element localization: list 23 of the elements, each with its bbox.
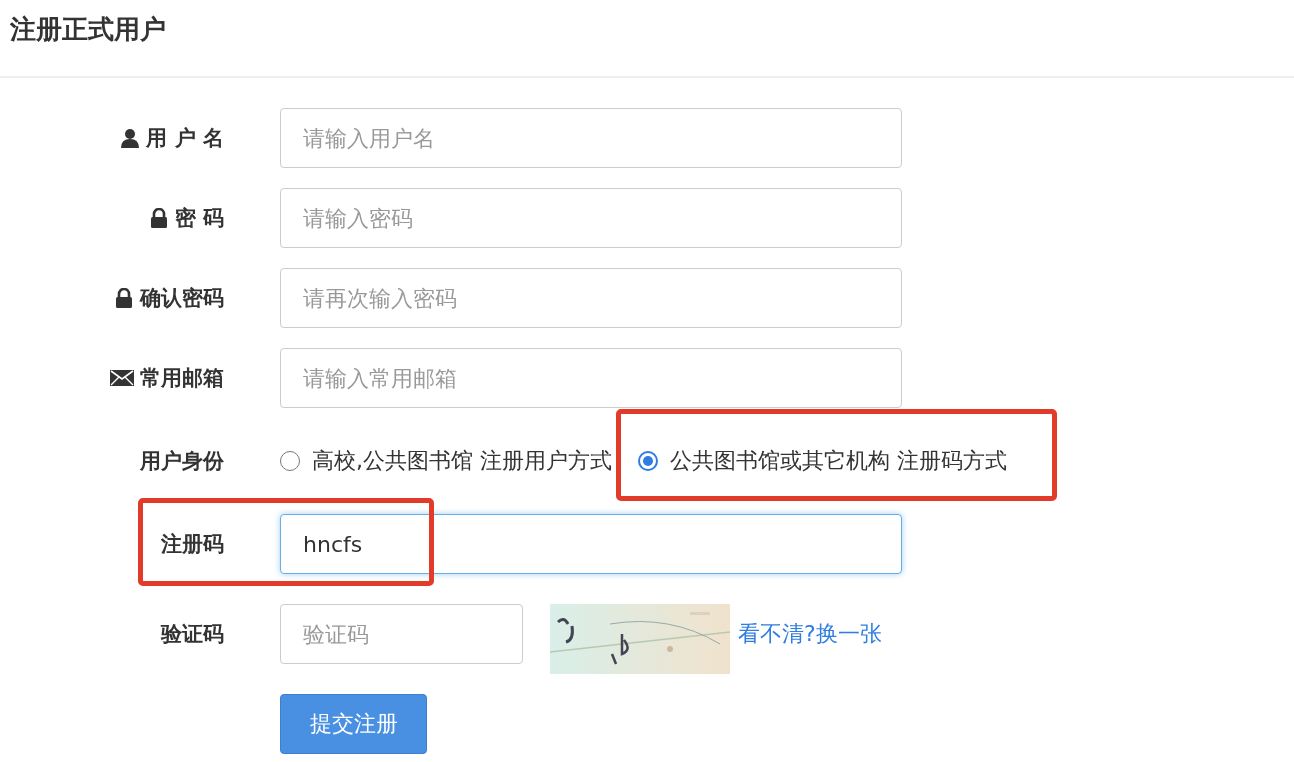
radio-button[interactable] <box>280 451 300 471</box>
input-field[interactable]: 请输入用户名 <box>280 108 902 168</box>
field-label: 注册码 <box>161 531 224 558</box>
envelope-icon <box>110 369 134 387</box>
field-label: 用户身份 <box>140 448 224 475</box>
input-field[interactable]: 请输入密码 <box>280 188 902 248</box>
input-field[interactable]: 请输入常用邮箱 <box>280 348 902 408</box>
lock-icon <box>114 288 134 308</box>
field-label: 验证码 <box>161 621 224 648</box>
refresh-link[interactable]: 看不清?换一张 <box>738 619 882 649</box>
field-label: 常用邮箱 <box>140 365 224 392</box>
page-title: 注册正式用户 <box>10 13 166 46</box>
radio-button[interactable] <box>638 451 658 471</box>
user-icon <box>120 128 141 148</box>
radio-option[interactable]: 公共图书馆或其它机构 注册码方式 <box>638 446 1007 476</box>
input-field[interactable]: 请再次输入密码 <box>280 268 902 328</box>
lock-icon <box>148 208 169 228</box>
field-label: 密 码 <box>174 205 224 232</box>
field-label: 用 户 名 <box>146 125 224 152</box>
field-label: 确认密码 <box>140 285 224 312</box>
input-field[interactable]: hncfs <box>280 514 902 574</box>
input-field[interactable]: 验证码 <box>280 604 523 664</box>
radio-option[interactable]: 高校,公共图书馆 注册用户方式 <box>280 446 612 476</box>
